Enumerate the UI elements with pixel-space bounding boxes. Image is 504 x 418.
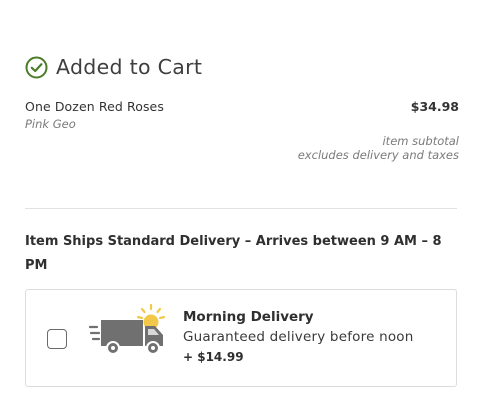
morning-delivery-option[interactable]: Morning Delivery Guaranteed delivery bef…: [25, 289, 457, 387]
delivery-option-price: + $14.99: [183, 350, 244, 364]
subtotal-note: item subtotal excludes delivery and taxe…: [298, 134, 459, 162]
item-price: $34.98: [410, 99, 459, 114]
page-title: Added to Cart: [56, 55, 203, 79]
subtotal-disclaimer: excludes delivery and taxes: [297, 148, 459, 162]
cart-item: One Dozen Red Roses Pink Geo $34.98: [25, 99, 459, 131]
check-circle-icon: [25, 56, 48, 79]
product-variant: Pink Geo: [25, 117, 76, 131]
delivery-option-title: Morning Delivery: [183, 309, 314, 325]
product-name: One Dozen Red Roses: [25, 99, 164, 114]
delivery-truck-sun-icon: [88, 303, 170, 359]
added-to-cart-header: Added to Cart: [25, 53, 202, 81]
section-divider: [25, 208, 457, 209]
subtotal-label: item subtotal: [382, 134, 459, 148]
delivery-option-description: Guaranteed delivery before noon: [183, 329, 414, 345]
delivery-option-details: Morning Delivery Guaranteed delivery bef…: [183, 309, 414, 364]
shipping-heading: Item Ships Standard Delivery – Arrives b…: [25, 234, 442, 273]
added-to-cart-panel: Added to Cart One Dozen Red Roses Pink G…: [0, 0, 504, 418]
morning-delivery-checkbox[interactable]: [47, 329, 67, 349]
